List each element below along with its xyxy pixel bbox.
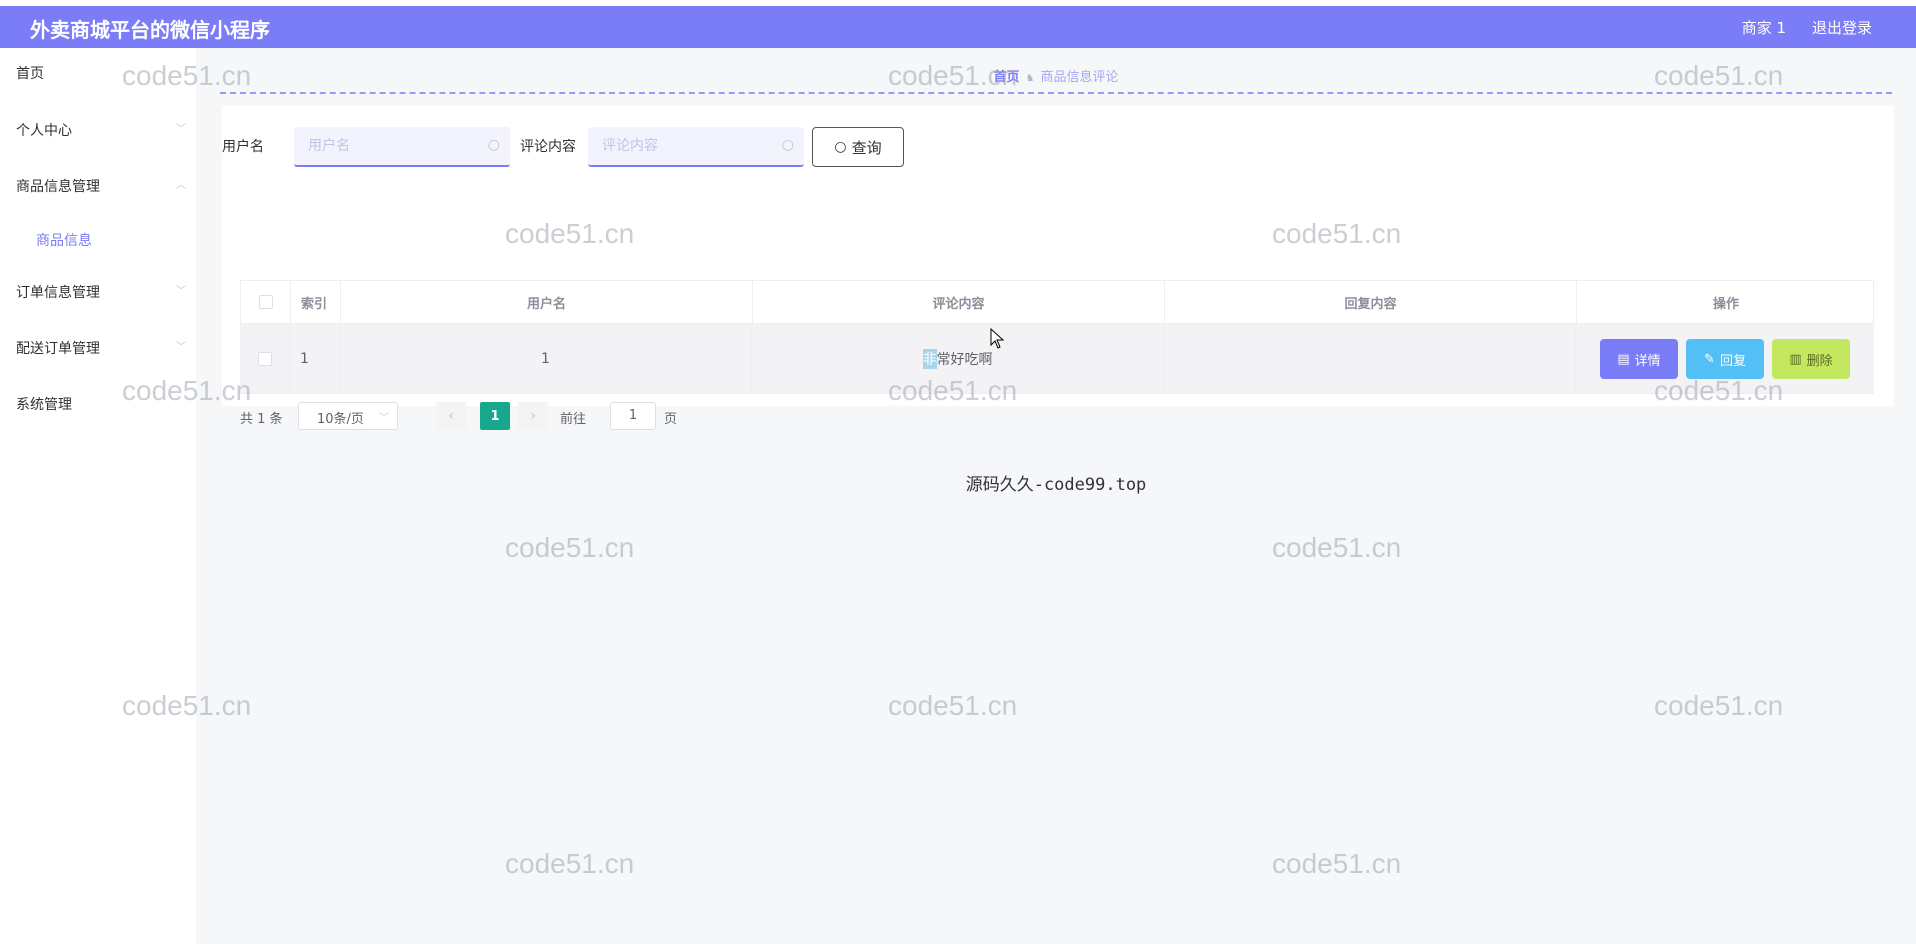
sidebar-item-product-management[interactable]: 商品信息管理 ︿ bbox=[16, 176, 194, 196]
page-size-value: 10条/页 bbox=[317, 412, 364, 427]
search-icon: ○ bbox=[487, 137, 500, 153]
reply-button[interactable]: ✎ 回复 bbox=[1686, 339, 1764, 379]
breadcrumb-separator-icon: ♞ bbox=[1025, 73, 1035, 84]
logout-link[interactable]: 退出登录 bbox=[1812, 17, 1872, 38]
sidebar-item-label: 系统管理 bbox=[16, 397, 72, 413]
sidebar-item-personal-center[interactable]: 个人中心 ﹀ bbox=[16, 120, 194, 140]
search-icon: ○ bbox=[781, 137, 794, 153]
mouse-cursor-icon bbox=[990, 328, 1005, 349]
chevron-down-icon: ﹀ bbox=[379, 413, 389, 424]
next-page-button[interactable]: › bbox=[518, 402, 548, 430]
query-button[interactable]: ○ 查询 bbox=[812, 127, 904, 167]
sidebar: 首页 个人中心 ﹀ 商品信息管理 ︿ 商品信息 订单信息管理 ﹀ 配送订单管理 ﹀ 系统… bbox=[0, 48, 196, 944]
select-all-checkbox[interactable] bbox=[258, 295, 273, 309]
footer-text: 源码久久-code99.top bbox=[965, 475, 1147, 495]
content-panel: 用户名 ○ 评论内容 ○ ○查询 索引 用户名 评论内容 回复内容 操作 bbox=[222, 106, 1894, 430]
comment-search: ○ bbox=[588, 127, 804, 167]
chevron-down-icon: ﹀ bbox=[176, 286, 186, 297]
comment-text: 常好吃啊 bbox=[936, 351, 993, 368]
user-name[interactable]: 商家 1 bbox=[1742, 17, 1786, 38]
delete-button[interactable]: ▥ 删除 bbox=[1772, 339, 1850, 379]
chevron-down-icon: ﹀ bbox=[176, 124, 186, 135]
delete-button-label: 删除 bbox=[1806, 353, 1833, 369]
cell-comment: 非常好吃啊 bbox=[752, 324, 1164, 393]
trash-icon: ▥ bbox=[1789, 351, 1802, 367]
table-header: 索引 用户名 评论内容 回复内容 操作 bbox=[240, 280, 1874, 324]
sidebar-item-label: 商品信息管理 bbox=[16, 179, 100, 195]
chevron-left-icon: ‹ bbox=[448, 408, 454, 424]
select-all-cell bbox=[241, 281, 291, 323]
sidebar-item-label: 配送订单管理 bbox=[16, 341, 100, 357]
page-number-current[interactable]: 1 bbox=[480, 402, 510, 430]
username-label: 用户名 bbox=[222, 139, 264, 155]
breadcrumb-current: 商品信息评论 bbox=[1040, 70, 1119, 85]
comment-input[interactable] bbox=[588, 127, 804, 165]
selected-text: 非 bbox=[922, 348, 937, 369]
chevron-down-icon: ﹀ bbox=[176, 342, 186, 353]
edit-icon: ✎ bbox=[1704, 351, 1715, 367]
table-row: 1 1 非常好吃啊 ▤ 详情 ✎ 回复 ▥ 删除 bbox=[240, 324, 1874, 394]
main-content: 首页♞商品信息评论 用户名 ○ 评论内容 ○ ○查询 索引 用户名 评论内容 回… bbox=[196, 48, 1916, 944]
divider bbox=[220, 92, 1892, 94]
query-button-label: 查询 bbox=[851, 138, 882, 157]
total-count: 共 1 条 bbox=[240, 412, 283, 427]
page-suffix: 页 bbox=[664, 412, 678, 427]
username-input[interactable] bbox=[294, 127, 510, 165]
app-title: 外卖商城平台的微信小程序 bbox=[30, 18, 270, 42]
row-checkbox[interactable] bbox=[257, 351, 272, 366]
username-search: ○ bbox=[294, 127, 510, 167]
page-size-select[interactable]: 10条/页 ﹀ bbox=[298, 402, 398, 430]
goto-page-input[interactable]: 1 bbox=[610, 402, 656, 430]
sidebar-item-label: 订单信息管理 bbox=[16, 285, 100, 301]
cell-index: 1 bbox=[290, 324, 340, 393]
sidebar-item-home[interactable]: 首页 bbox=[16, 63, 186, 83]
breadcrumb: 首页 ♞ 商品信息评论 bbox=[196, 66, 1916, 85]
sidebar-item-order-management[interactable]: 订单信息管理 ﹀ bbox=[16, 282, 194, 302]
search-icon: ○ bbox=[834, 139, 847, 155]
breadcrumb-home[interactable]: 首页 bbox=[994, 70, 1020, 85]
cell-reply bbox=[1164, 324, 1576, 393]
cell-username: 1 bbox=[340, 324, 752, 393]
detail-button[interactable]: ▤ 详情 bbox=[1600, 339, 1678, 379]
sidebar-item-system-management[interactable]: 系统管理 bbox=[16, 394, 72, 414]
goto-label: 前往 bbox=[560, 412, 587, 427]
chevron-right-icon: › bbox=[530, 408, 536, 424]
document-icon: ▤ bbox=[1617, 351, 1630, 367]
chevron-up-icon: ︿ bbox=[176, 180, 186, 191]
sidebar-item-label: 个人中心 bbox=[16, 123, 72, 139]
sidebar-item-delivery-management[interactable]: 配送订单管理 ﹀ bbox=[16, 338, 194, 358]
comment-label: 评论内容 bbox=[520, 139, 576, 155]
top-bar: 外卖商城平台的微信小程序 商家 1 退出登录 bbox=[0, 6, 1916, 48]
row-select-cell bbox=[240, 324, 290, 393]
header-comment: 评论内容 bbox=[753, 281, 1165, 323]
cell-actions: ▤ 详情 ✎ 回复 ▥ 删除 bbox=[1576, 324, 1874, 393]
reply-button-label: 回复 bbox=[1719, 353, 1746, 369]
sidebar-item-label: 首页 bbox=[16, 66, 44, 82]
header-actions: 操作 bbox=[1712, 296, 1739, 312]
detail-button-label: 详情 bbox=[1634, 353, 1661, 369]
header-username: 用户名 bbox=[341, 281, 753, 323]
header-index: 索引 bbox=[291, 281, 341, 323]
sidebar-subitem-product-info[interactable]: 商品信息 bbox=[36, 230, 92, 250]
header-reply: 回复内容 bbox=[1165, 281, 1577, 323]
prev-page-button[interactable]: ‹ bbox=[436, 402, 466, 430]
